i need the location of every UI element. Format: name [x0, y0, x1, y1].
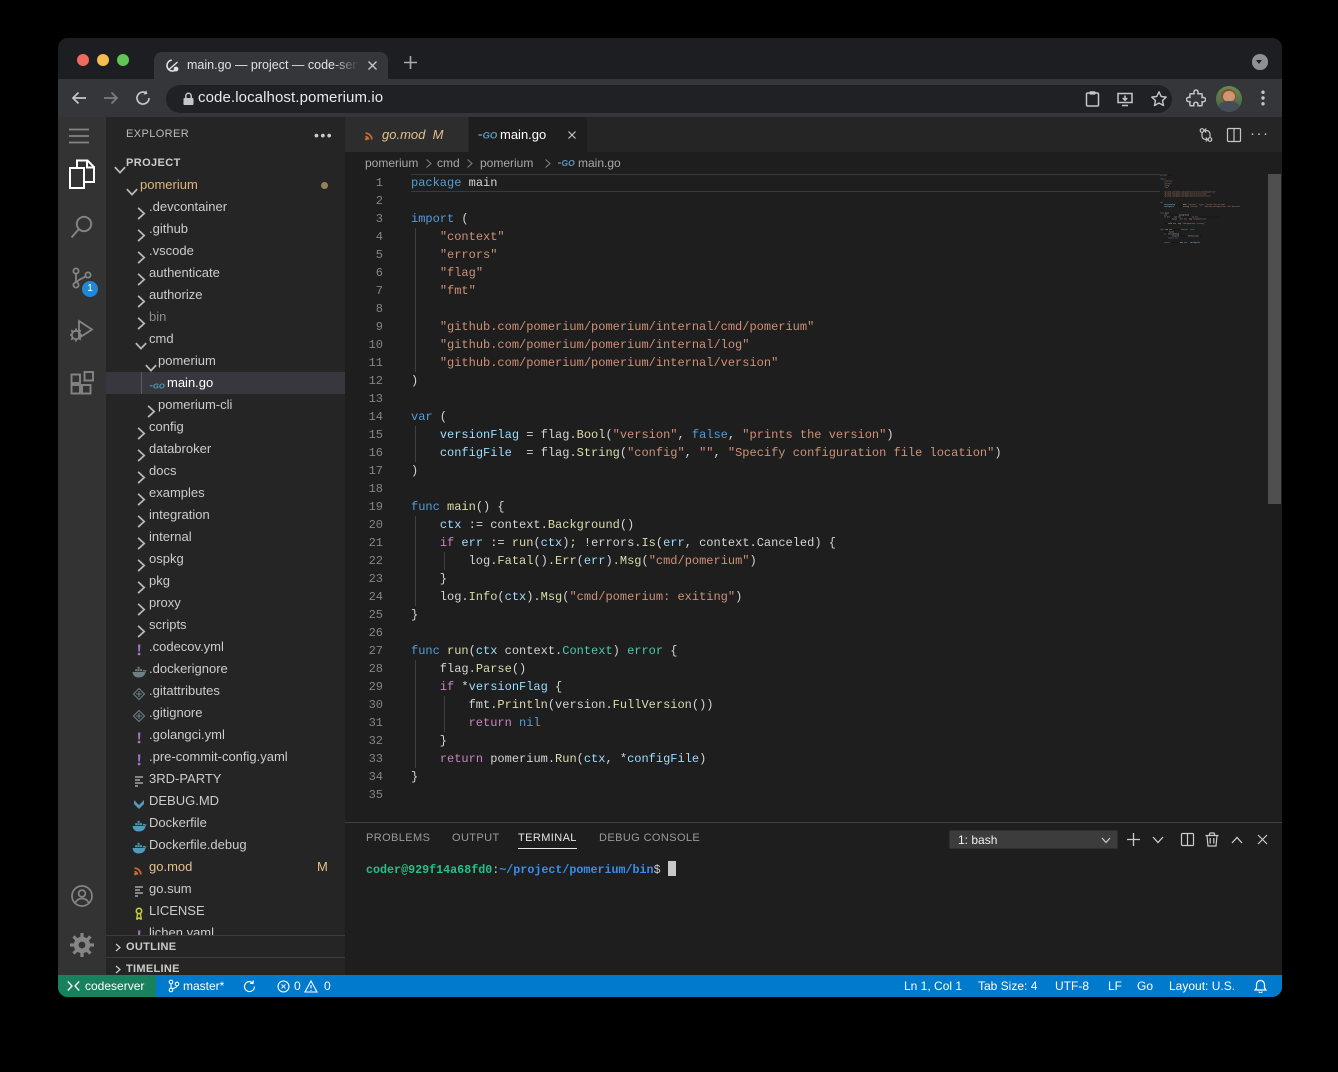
svg-text:GO: GO: [153, 382, 165, 391]
svg-text:GO: GO: [483, 131, 498, 142]
svg-text:GO: GO: [562, 158, 576, 168]
